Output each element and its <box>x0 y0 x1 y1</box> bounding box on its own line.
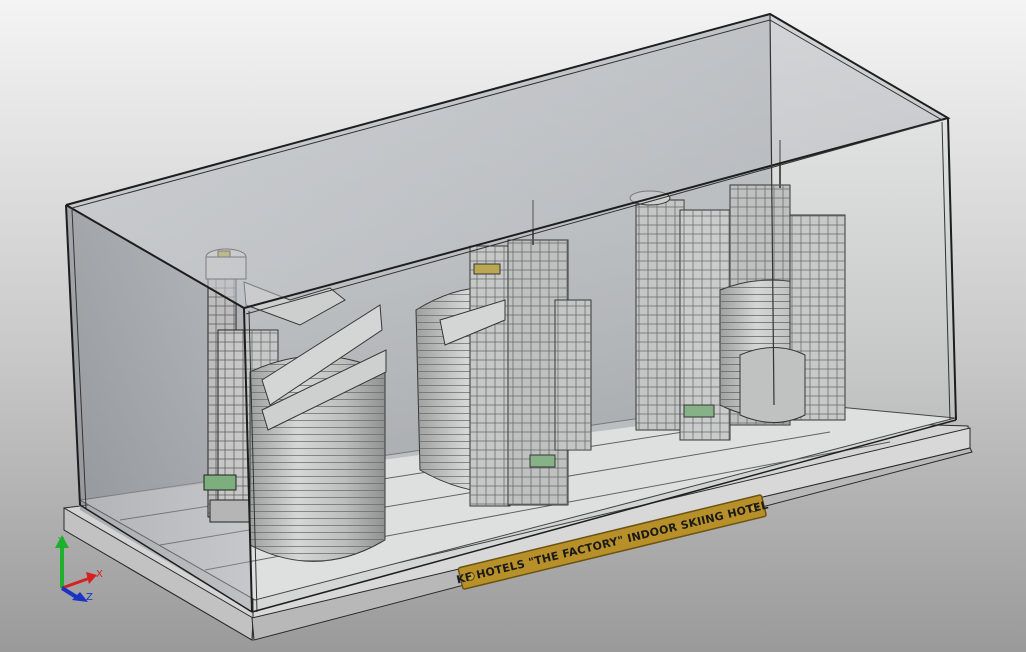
model-view[interactable]: KF HOTELS "THE FACTORY" INDOOR SKIING HO… <box>0 0 1026 652</box>
triad-x-label: X <box>96 569 103 580</box>
triad-z-label: Z <box>86 592 93 603</box>
cad-viewport[interactable]: KF HOTELS "THE FACTORY" INDOOR SKIING HO… <box>0 0 1026 652</box>
triad-y-label: Y <box>57 536 65 547</box>
